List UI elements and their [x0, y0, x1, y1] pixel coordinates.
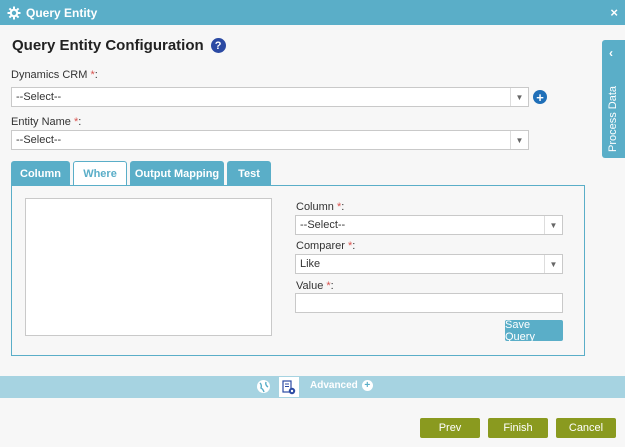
help-icon[interactable]: ?	[210, 38, 226, 53]
window-titlebar: Query Entity ×	[0, 0, 625, 25]
prev-button[interactable]: Prev	[420, 418, 480, 438]
dropdown-arrow-icon: ▼	[544, 216, 562, 234]
advanced-toggle[interactable]: Advanced +	[310, 380, 373, 391]
tab-column[interactable]: Column	[11, 161, 70, 186]
value-input[interactable]	[295, 293, 563, 313]
value-label: Value *:	[296, 280, 334, 292]
document-settings-icon[interactable]	[279, 377, 299, 397]
plus-icon: +	[361, 380, 373, 391]
gear-icon	[7, 6, 21, 20]
advanced-bar: Advanced +	[0, 376, 625, 398]
window-title: Query Entity	[26, 5, 98, 20]
dynamics-crm-label: Dynamics CRM *:	[11, 69, 98, 81]
plus-circle-icon[interactable]: +	[533, 90, 547, 104]
page-title-text: Query Entity Configuration	[12, 37, 204, 54]
finish-button[interactable]: Finish	[488, 418, 548, 438]
tab-where[interactable]: Where	[73, 161, 127, 187]
dynamics-crm-select[interactable]: --Select-- ▼	[11, 87, 529, 107]
entity-name-select[interactable]: --Select-- ▼	[11, 130, 529, 150]
dropdown-arrow-icon: ▼	[510, 88, 528, 106]
column-select[interactable]: --Select-- ▼	[295, 215, 563, 235]
tab-output-mapping[interactable]: Output Mapping	[130, 161, 224, 186]
tab-test[interactable]: Test	[227, 161, 271, 186]
comparer-label: Comparer *:	[296, 240, 356, 252]
page-title: Query Entity Configuration ?	[12, 37, 226, 54]
tab-bar: Column Where Output Mapping Test	[11, 161, 271, 187]
comparer-select[interactable]: Like ▼	[295, 254, 563, 274]
process-data-label: Process Data	[607, 85, 619, 152]
dropdown-arrow-icon: ▼	[544, 255, 562, 273]
process-data-panel-tab[interactable]: ‹ Process Data	[602, 40, 625, 158]
save-query-button[interactable]: Save Query	[505, 319, 563, 343]
chevron-left-icon: ‹	[609, 46, 613, 60]
close-icon[interactable]: ×	[610, 5, 618, 20]
dropdown-arrow-icon: ▼	[510, 131, 528, 149]
cancel-button[interactable]: Cancel	[556, 418, 616, 438]
where-conditions-list[interactable]	[25, 198, 272, 336]
globe-icon[interactable]	[256, 379, 271, 394]
entity-name-label: Entity Name *:	[11, 116, 82, 128]
column-label: Column *:	[296, 201, 345, 213]
